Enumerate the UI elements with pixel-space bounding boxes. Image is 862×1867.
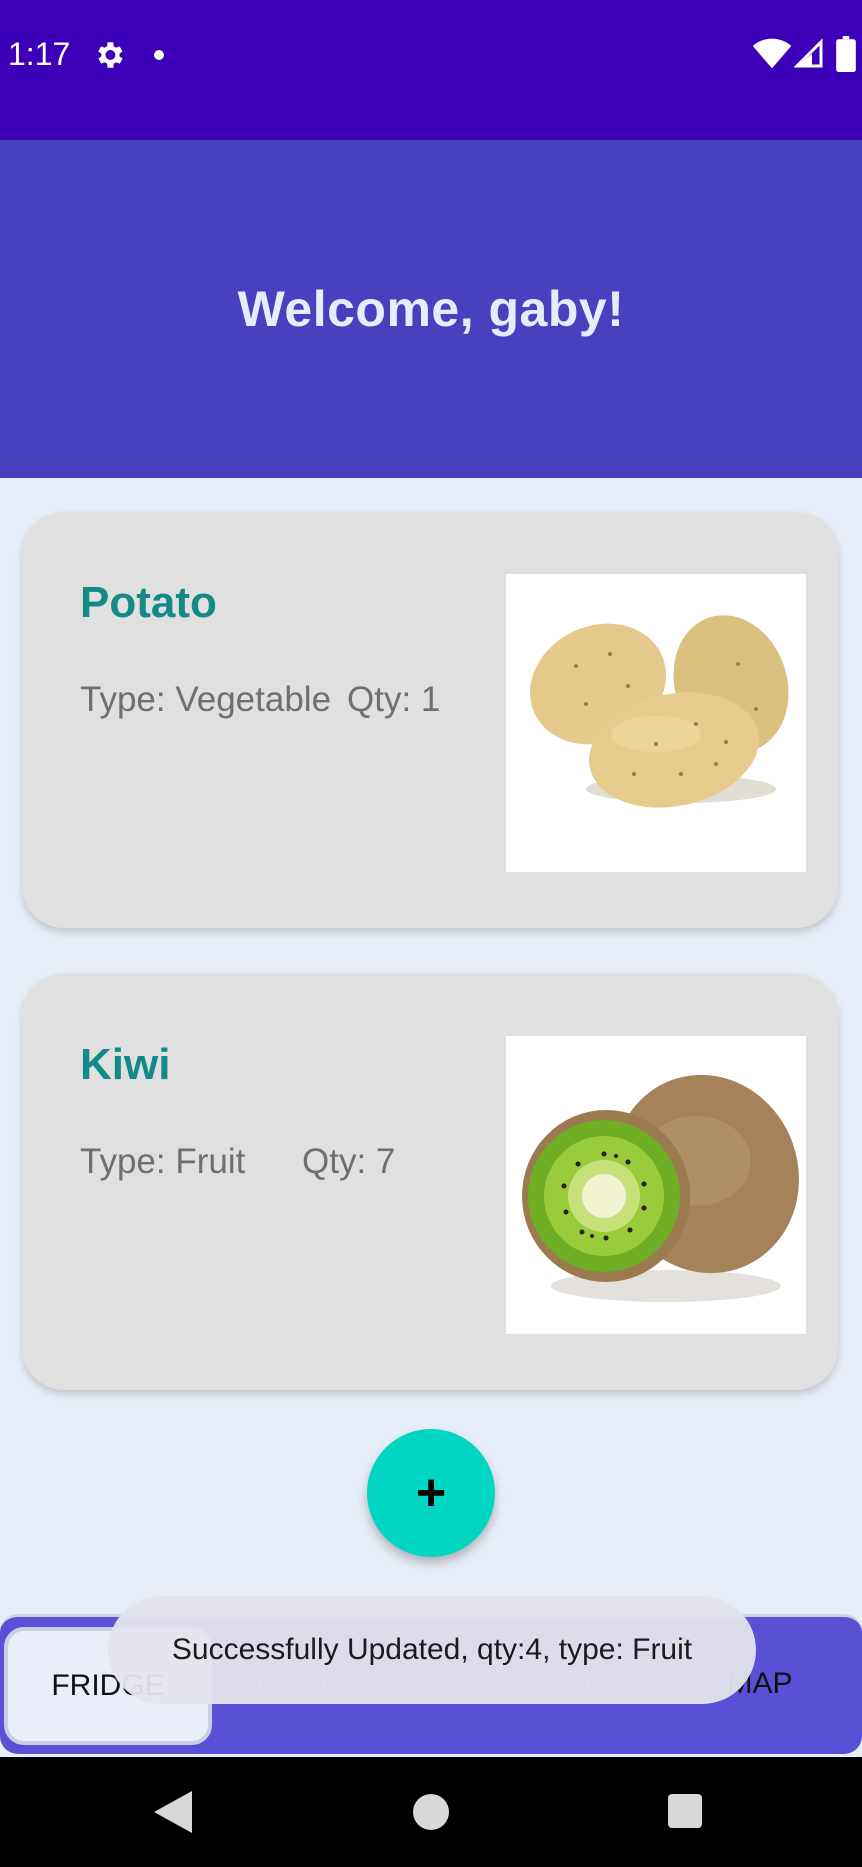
welcome-title: Welcome, gaby!: [237, 281, 625, 337]
system-navigation-bar: [0, 1757, 862, 1867]
signal-icon: [794, 38, 823, 68]
toast-text: Successfully Updated, qty:4, type: Fruit: [171, 1633, 693, 1666]
toast-message: Successfully Updated, qty:4, type: Fruit: [108, 1596, 756, 1704]
item-qty: Qty: 1: [347, 680, 441, 719]
home-icon[interactable]: [413, 1794, 449, 1830]
item-type: Type: Vegetable: [80, 680, 332, 719]
status-time: 1:17: [8, 36, 71, 72]
status-bar: 1:17: [0, 0, 862, 140]
potato-image: [506, 574, 806, 872]
welcome-header: Welcome, gaby!: [0, 140, 862, 478]
gear-icon: [98, 42, 123, 68]
add-item-button[interactable]: +: [367, 1429, 495, 1557]
notification-dot-icon: [154, 50, 164, 60]
item-card-potato[interactable]: Potato Type: Vegetable Qty: 1: [22, 512, 838, 928]
battery-icon: [836, 36, 856, 72]
item-type: Type: Fruit: [80, 1142, 246, 1181]
kiwi-image: [506, 1036, 806, 1334]
item-card-kiwi[interactable]: Kiwi Type: Fruit Qty: 7: [22, 974, 838, 1390]
back-icon[interactable]: [154, 1791, 192, 1833]
item-name: Potato: [80, 578, 217, 627]
recents-icon[interactable]: [668, 1794, 702, 1828]
item-name: Kiwi: [80, 1040, 171, 1089]
wifi-icon: [752, 38, 792, 69]
item-qty: Qty: 7: [302, 1142, 396, 1181]
